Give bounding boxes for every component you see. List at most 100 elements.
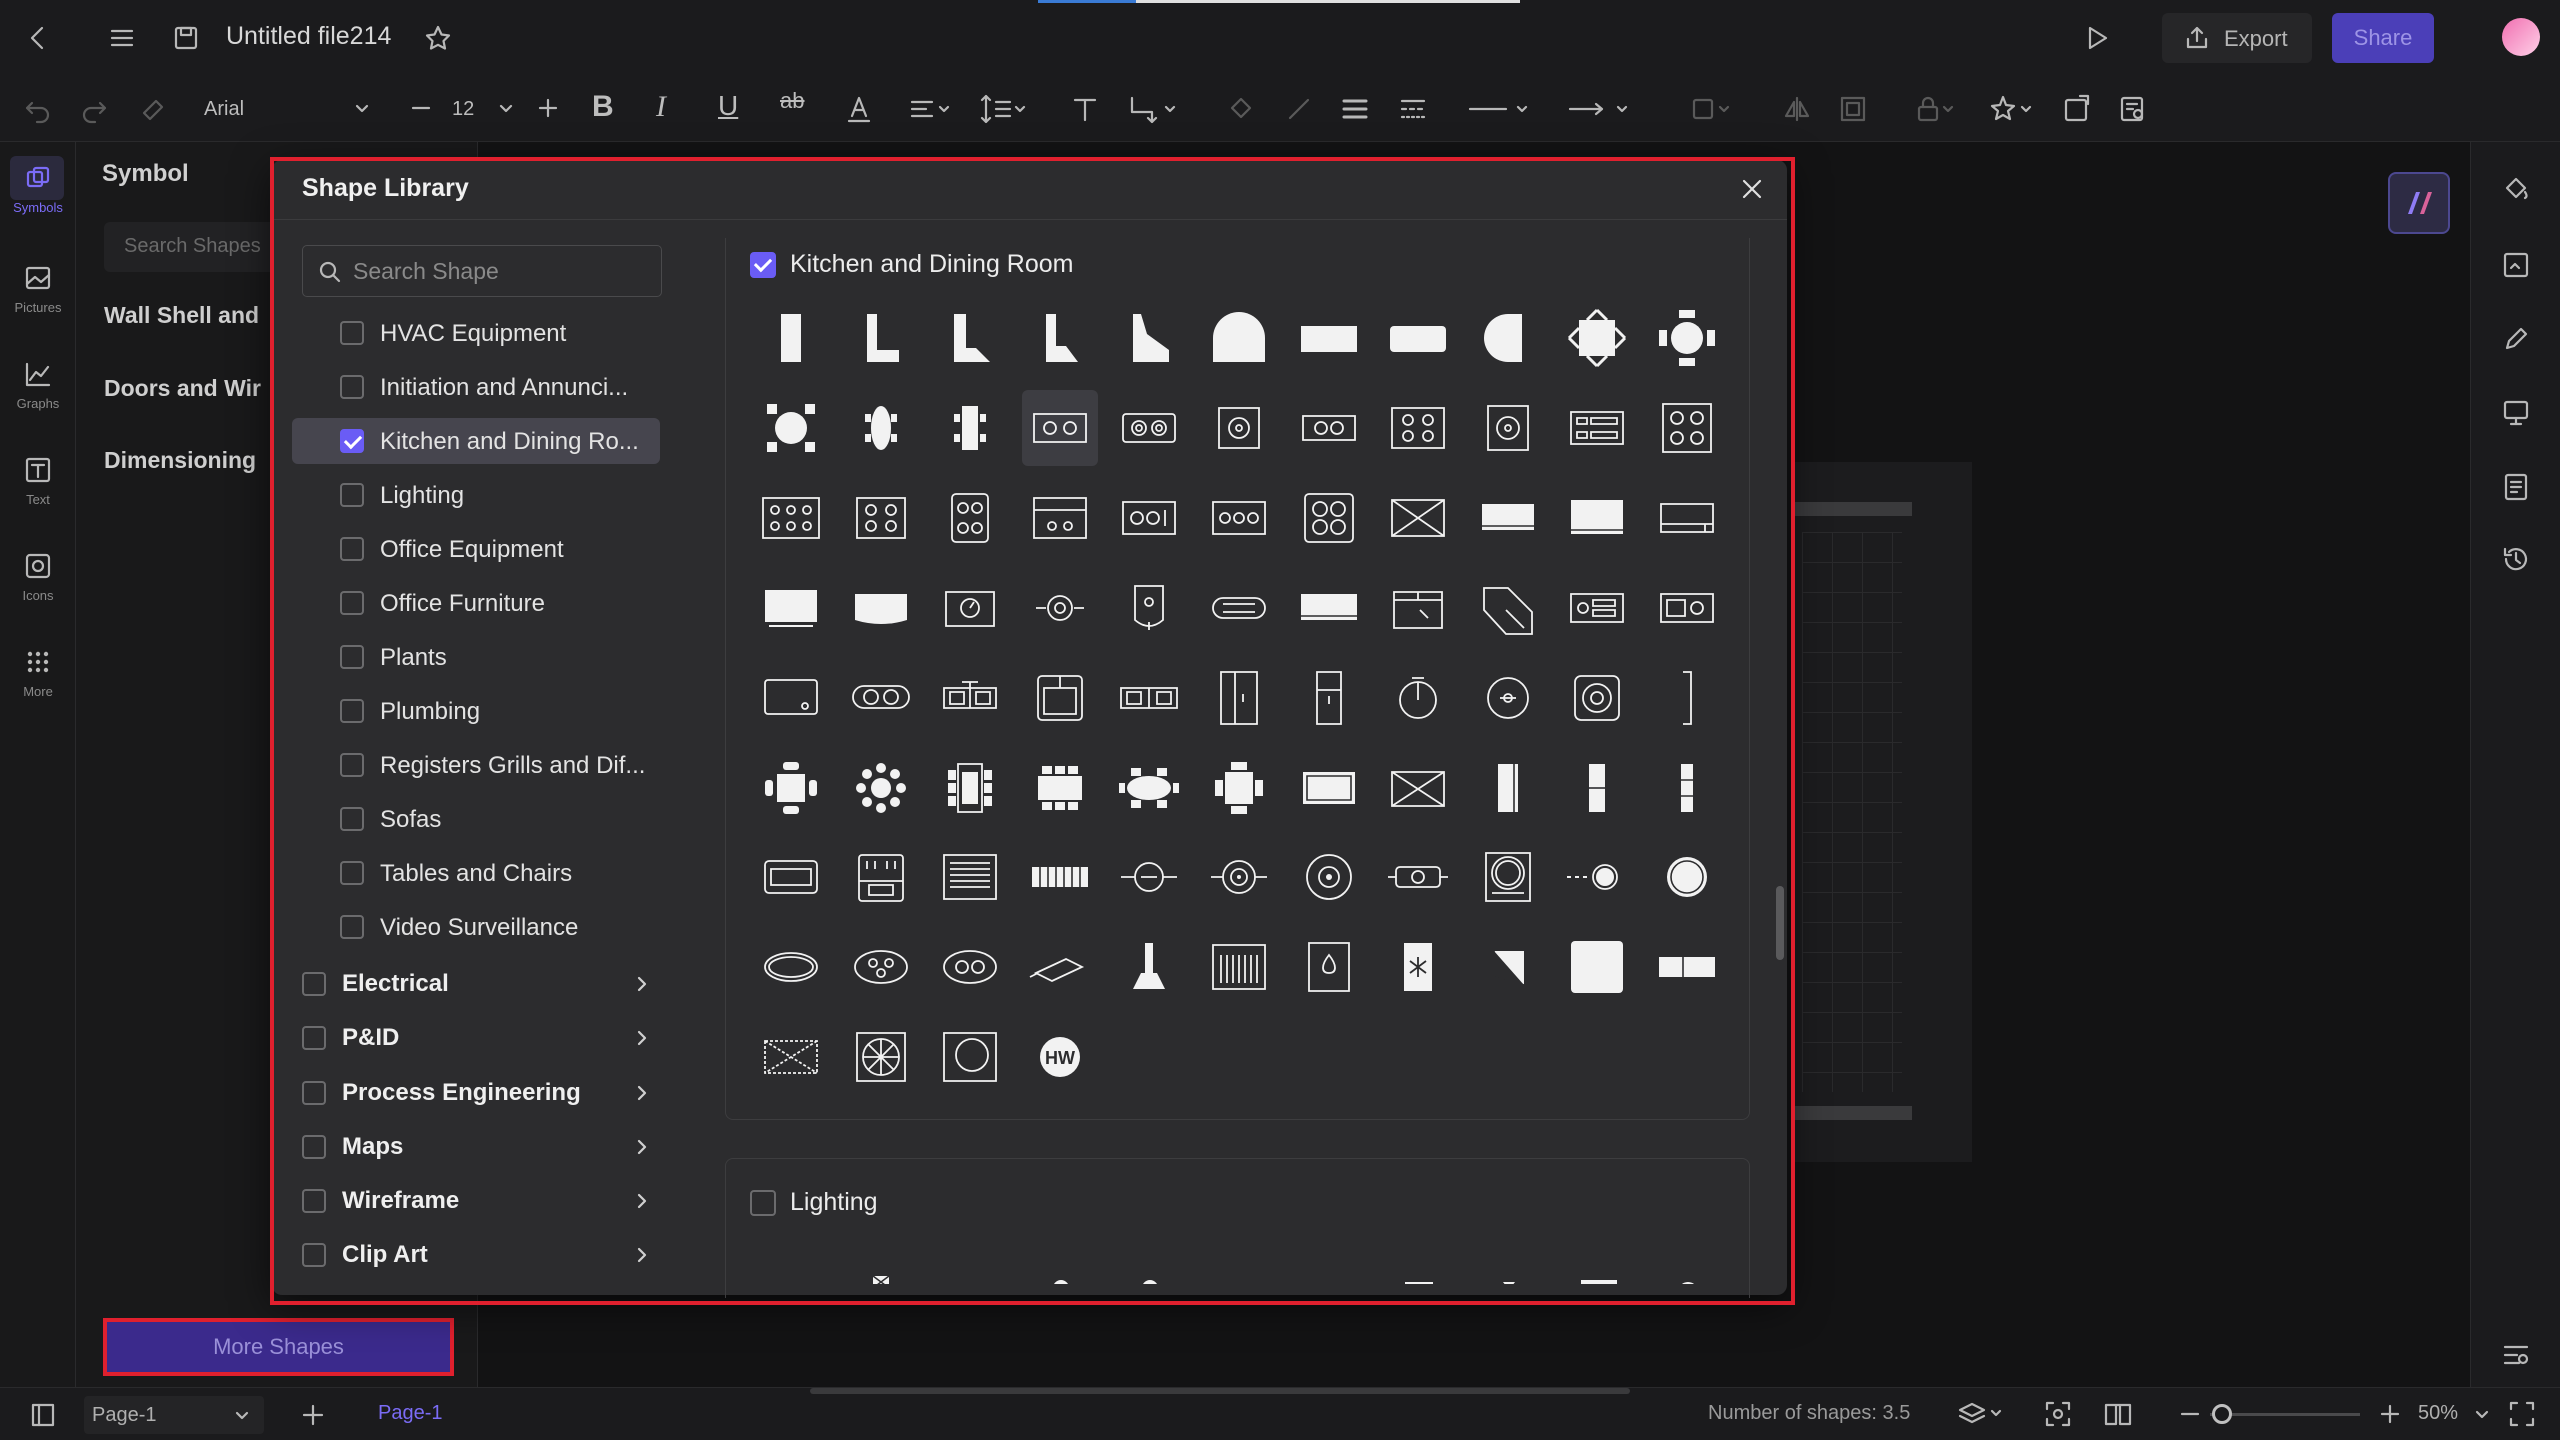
chevron-right-icon[interactable] bbox=[632, 974, 652, 994]
close-icon[interactable] bbox=[1735, 172, 1769, 206]
font-color-icon[interactable] bbox=[842, 92, 876, 126]
shape-ovalV[interactable] bbox=[843, 390, 919, 466]
zoom-value[interactable]: 50% bbox=[2418, 1402, 2458, 1425]
find-icon[interactable] bbox=[2116, 92, 2150, 126]
shape-cook4b[interactable] bbox=[843, 480, 919, 556]
replace-icon[interactable] bbox=[2060, 92, 2094, 126]
shape-roundDial[interactable] bbox=[1470, 660, 1546, 736]
save-icon[interactable] bbox=[168, 20, 204, 56]
shape-wide[interactable] bbox=[1291, 300, 1367, 376]
shape-drop[interactable] bbox=[1291, 929, 1367, 1005]
shape-table4sq[interactable] bbox=[753, 750, 829, 826]
zoom-out-icon[interactable] bbox=[2176, 1400, 2204, 1428]
shape-ovalTable[interactable] bbox=[1111, 750, 1187, 826]
category-dimensioning[interactable]: Dimensioning bbox=[104, 447, 256, 474]
shape-rectTall[interactable] bbox=[753, 300, 829, 376]
line-spacing-icon[interactable] bbox=[976, 92, 1030, 126]
page-icon[interactable] bbox=[2499, 470, 2533, 504]
connector-icon[interactable] bbox=[1126, 92, 1180, 126]
shape-sink2[interactable] bbox=[932, 660, 1008, 736]
subitem-checkbox[interactable] bbox=[340, 321, 364, 345]
subitem-checkbox[interactable] bbox=[340, 483, 364, 507]
subitem-checkbox[interactable] bbox=[340, 861, 364, 885]
section-checkbox-lighting[interactable] bbox=[750, 1190, 776, 1216]
library-left-scrollbar[interactable] bbox=[272, 220, 278, 1290]
library-group[interactable]: Electrical bbox=[302, 962, 662, 1006]
shape-circleBig[interactable] bbox=[1649, 839, 1725, 915]
shape-tray[interactable] bbox=[843, 570, 919, 646]
shape-bigDisc[interactable] bbox=[1291, 839, 1367, 915]
group-checkbox[interactable] bbox=[302, 1243, 326, 1267]
shape-bigSq[interactable] bbox=[1559, 929, 1635, 1005]
subitem-checkbox[interactable] bbox=[340, 429, 364, 453]
shape-flatBar[interactable] bbox=[1649, 929, 1725, 1005]
shape-sinkRect[interactable] bbox=[753, 660, 829, 736]
redo-icon[interactable] bbox=[78, 93, 110, 125]
shape-rectFrame[interactable] bbox=[1291, 750, 1367, 826]
zoom-slider-track[interactable] bbox=[2210, 1413, 2360, 1416]
rail-graphs[interactable]: Graphs bbox=[0, 358, 76, 411]
shape-cook4v[interactable] bbox=[932, 480, 1008, 556]
shape-table4b[interactable] bbox=[1201, 750, 1277, 826]
shape-ovalCook2[interactable] bbox=[932, 929, 1008, 1005]
line-style-select[interactable] bbox=[1464, 92, 1538, 126]
history-icon[interactable] bbox=[2499, 542, 2533, 576]
shape-chamfer2[interactable] bbox=[1111, 300, 1187, 376]
shape-counter1[interactable] bbox=[1470, 480, 1546, 556]
avatar[interactable] bbox=[2502, 18, 2540, 56]
library-subitem[interactable]: Registers Grills and Dif... bbox=[292, 742, 660, 788]
shape-corner[interactable] bbox=[1470, 570, 1546, 646]
pen-icon[interactable] bbox=[2499, 322, 2533, 356]
settings-list-icon[interactable] bbox=[2499, 1338, 2533, 1372]
shape-panelV3[interactable] bbox=[1649, 750, 1725, 826]
underline-icon[interactable]: U bbox=[718, 90, 746, 128]
page-tab[interactable]: Page-1 bbox=[378, 1402, 443, 1425]
shape-table6h[interactable] bbox=[1022, 750, 1098, 826]
add-page-icon[interactable] bbox=[298, 1400, 328, 1430]
shape-roundDisc[interactable] bbox=[1559, 660, 1635, 736]
font-size-select[interactable]: 12 bbox=[444, 90, 524, 128]
subitem-checkbox[interactable] bbox=[340, 591, 364, 615]
shape-panelV[interactable] bbox=[1470, 750, 1546, 826]
library-subitem[interactable]: Office Furniture bbox=[292, 580, 660, 626]
chevron-right-icon[interactable] bbox=[632, 1245, 652, 1265]
group-checkbox[interactable] bbox=[302, 1081, 326, 1105]
category-doors-windows[interactable]: Doors and Wir bbox=[104, 375, 261, 402]
arrow-style-select[interactable] bbox=[1564, 92, 1638, 126]
rail-more[interactable]: More bbox=[0, 646, 76, 699]
panel-toggle-icon[interactable] bbox=[28, 1400, 58, 1430]
chevron-right-icon[interactable] bbox=[632, 1028, 652, 1048]
shape-roundTable6[interactable] bbox=[753, 390, 829, 466]
subitem-checkbox[interactable] bbox=[340, 375, 364, 399]
shape-cook4w[interactable] bbox=[1201, 480, 1277, 556]
library-group[interactable]: Process Engineering bbox=[302, 1071, 662, 1115]
shape-dcircle[interactable] bbox=[1470, 300, 1546, 376]
shape-xrect[interactable] bbox=[753, 1019, 829, 1095]
shape-stoveTop[interactable] bbox=[843, 839, 919, 915]
library-subitem[interactable]: Kitchen and Dining Ro... bbox=[292, 418, 660, 464]
shape-dishwasher[interactable] bbox=[753, 839, 829, 915]
shape-chamfer[interactable] bbox=[1022, 300, 1098, 376]
shape-table6v[interactable] bbox=[932, 750, 1008, 826]
subitem-checkbox[interactable] bbox=[340, 699, 364, 723]
library-subitem[interactable]: HVAC Equipment bbox=[292, 310, 660, 356]
shape-sqDisc[interactable] bbox=[1201, 390, 1277, 466]
subitem-checkbox[interactable] bbox=[340, 753, 364, 777]
format-icon[interactable] bbox=[2499, 248, 2533, 282]
shape-wheel[interactable] bbox=[843, 1019, 919, 1095]
align-icon[interactable] bbox=[906, 92, 956, 126]
shape-counter2[interactable] bbox=[1559, 480, 1635, 556]
text-box-icon[interactable] bbox=[1068, 92, 1102, 126]
lighting-shape[interactable] bbox=[1650, 1226, 1726, 1284]
rail-symbols[interactable]: Symbols bbox=[0, 162, 76, 215]
shape-counterT[interactable] bbox=[753, 570, 829, 646]
shape-cook6[interactable] bbox=[753, 480, 829, 556]
shape-doorV[interactable] bbox=[1201, 660, 1277, 736]
shape-cook2[interactable] bbox=[1022, 390, 1098, 466]
shape-xbox[interactable] bbox=[1380, 480, 1456, 556]
shape-cook2c[interactable] bbox=[1291, 390, 1367, 466]
library-subitem[interactable]: Initiation and Annunci... bbox=[292, 364, 660, 410]
lighting-shape[interactable] bbox=[843, 1226, 919, 1284]
lighting-shape[interactable] bbox=[1023, 1226, 1099, 1284]
line-weight-icon[interactable] bbox=[1338, 92, 1372, 126]
